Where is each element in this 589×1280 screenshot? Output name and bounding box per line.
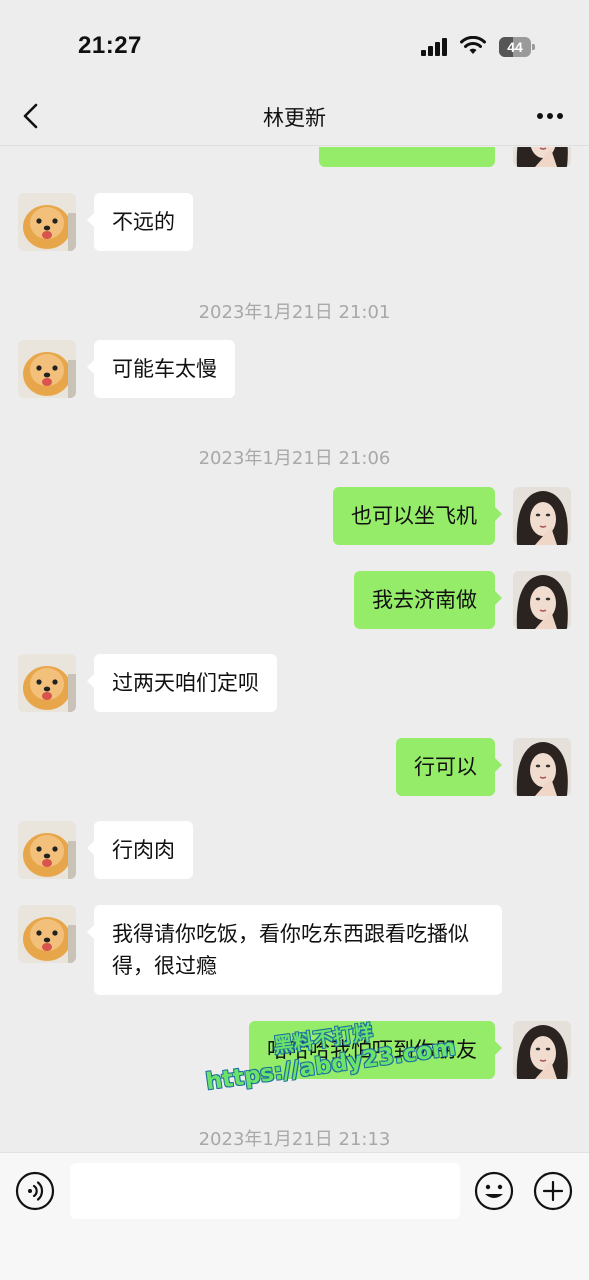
plus-icon <box>533 1171 573 1211</box>
battery-icon: 44 <box>499 37 535 57</box>
sent-message-bubble[interactable]: 哈哈哈我怕吓到你朋友 <box>249 1021 502 1079</box>
received-message-bubble[interactable]: 可能车太慢 <box>87 340 235 398</box>
contact-avatar[interactable] <box>18 193 76 251</box>
emoji-icon <box>474 1171 514 1211</box>
voice-icon <box>15 1171 55 1211</box>
input-bar <box>0 1152 589 1280</box>
received-message-bubble[interactable]: 我得请你吃饭，看你吃东西跟看吃播似得，很过瘾 <box>87 905 502 995</box>
my-avatar[interactable] <box>513 487 571 545</box>
status-time: 21:27 <box>78 32 142 59</box>
sent-message-bubble[interactable]: 我去济南做 <box>354 571 502 629</box>
chat-header: 林更新 <box>0 90 589 146</box>
sent-message-bubble[interactable]: 也可以坐飞机 <box>333 487 502 545</box>
message-timestamp: 2023年1月21日 21:06 <box>198 448 391 469</box>
message-timestamp: 2023年1月21日 21:13 <box>198 1129 391 1150</box>
voice-button[interactable] <box>15 1171 55 1211</box>
chat-title: 林更新 <box>263 106 326 130</box>
sent-message-bubble[interactable]: 行可以 <box>396 738 502 796</box>
my-avatar[interactable] <box>513 147 571 167</box>
my-avatar[interactable] <box>513 571 571 629</box>
sent-message-bubble[interactable] <box>319 147 495 167</box>
my-avatar[interactable] <box>513 738 571 796</box>
contact-avatar[interactable] <box>18 905 76 963</box>
emoji-button[interactable] <box>474 1171 514 1211</box>
received-message-bubble[interactable]: 过两天咱们定呗 <box>87 654 277 712</box>
contact-avatar[interactable] <box>18 340 76 398</box>
plus-button[interactable] <box>533 1171 573 1211</box>
more-button[interactable] <box>530 102 570 130</box>
cellular-signal-icon <box>421 38 449 60</box>
my-avatar[interactable] <box>513 1021 571 1079</box>
wifi-icon <box>460 35 486 60</box>
contact-avatar[interactable] <box>18 821 76 879</box>
received-message-bubble[interactable]: 不远的 <box>87 193 193 251</box>
received-message-bubble[interactable]: 行肉肉 <box>87 821 193 879</box>
battery-level: 44 <box>507 39 523 55</box>
message-input[interactable] <box>70 1163 460 1219</box>
status-bar: 21:27 44 <box>0 0 589 90</box>
chat-message-list[interactable]: 不远的 2023年1月21日 21:01 可能车太慢 2023年1月21日 21:06… <box>0 147 589 1152</box>
contact-avatar[interactable] <box>18 654 76 712</box>
more-dots-icon <box>537 113 563 119</box>
message-timestamp: 2023年1月21日 21:01 <box>198 302 391 323</box>
